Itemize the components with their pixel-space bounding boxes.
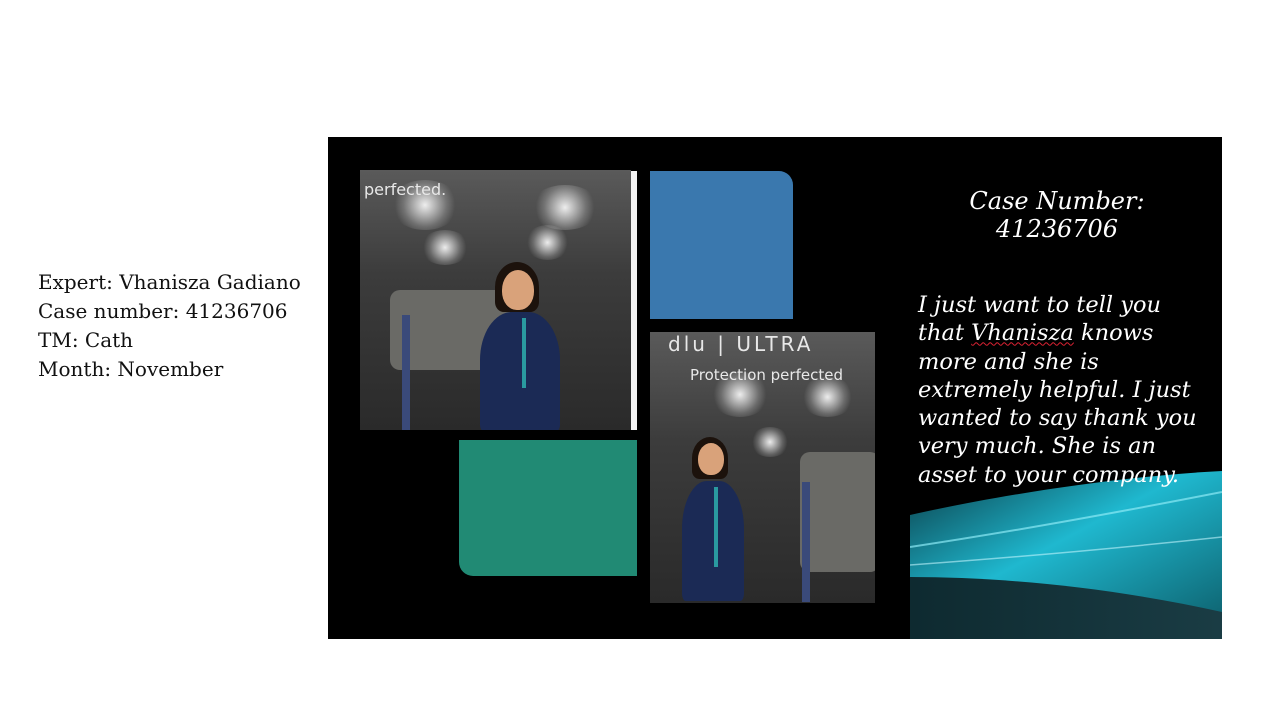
green-block <box>459 440 637 576</box>
wall-text-1: perfected. <box>364 180 447 199</box>
quote-expert-name: Vhanisza <box>971 320 1074 347</box>
photo-frame-strip <box>631 171 637 430</box>
testimonial-quote: I just want to tell you that Vhanisza kn… <box>918 291 1208 489</box>
case-number-line: Case number: 41236706 <box>38 299 288 323</box>
case-info: Expert: Vhanisza Gadiano Case number: 41… <box>38 268 301 384</box>
month-line: Month: November <box>38 357 224 381</box>
case-number-title: Case Number: 41236706 <box>922 187 1192 243</box>
wall-text-top: dlu | ULTRA <box>668 332 814 356</box>
tm-line: TM: Cath <box>38 328 134 352</box>
case-title-number: 41236706 <box>995 215 1119 243</box>
case-title-label: Case Number: <box>969 187 1145 215</box>
expert-photo-1: perfected. <box>360 170 631 430</box>
blue-block <box>650 171 793 319</box>
expert-line: Expert: Vhanisza Gadiano <box>38 270 301 294</box>
expert-photo-2: dlu | ULTRA Protection perfected <box>650 332 875 603</box>
testimonial-slide: perfected. dlu | ULTRA Protection perfec… <box>328 137 1222 639</box>
